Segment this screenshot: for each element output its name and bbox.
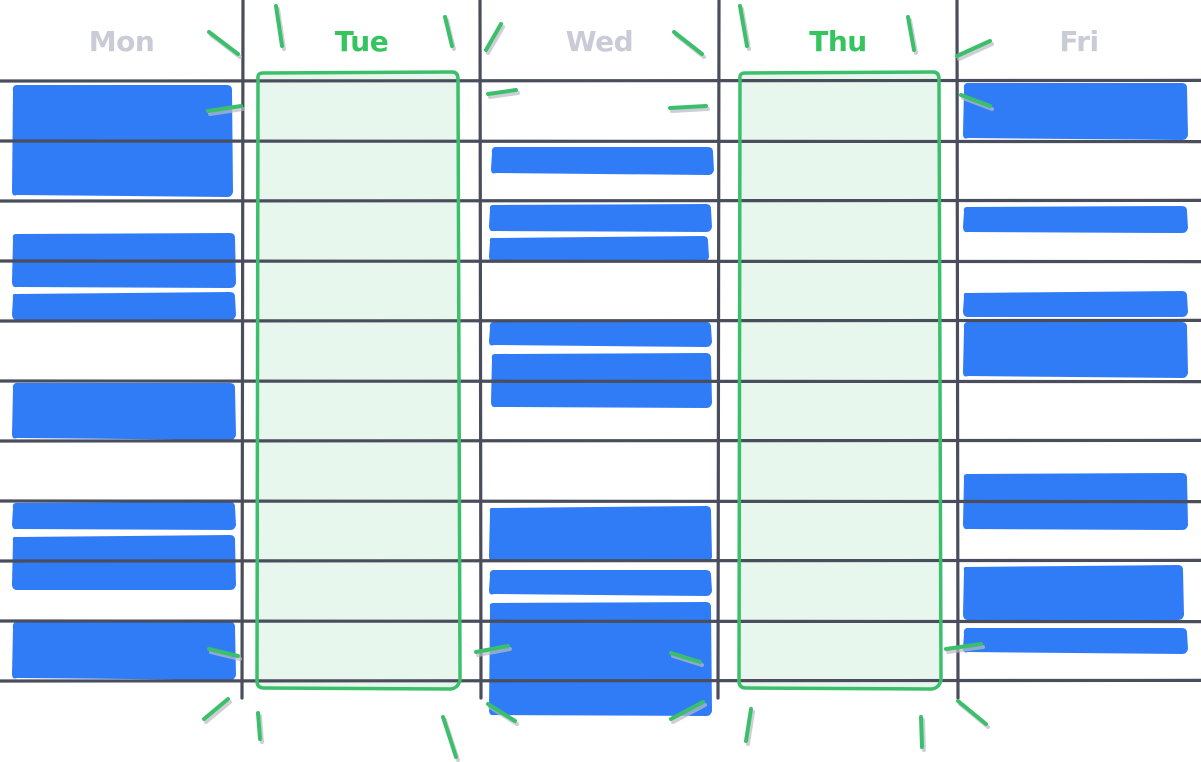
busy-block-mon-3 xyxy=(12,292,236,320)
grid-row-line xyxy=(0,438,1201,443)
grid-row-line xyxy=(0,318,1201,323)
busy-block-wed-6 xyxy=(489,506,712,562)
busy-block-fri-2 xyxy=(963,206,1188,233)
grid-column-line xyxy=(478,0,483,700)
grid-row-line xyxy=(0,379,1201,384)
busy-block-fri-7 xyxy=(963,628,1188,654)
spark-stroke xyxy=(256,711,262,741)
day-label-tue: Tue xyxy=(335,25,388,58)
busy-block-mon-4 xyxy=(12,383,236,440)
grid-column-line xyxy=(716,0,721,700)
busy-block-wed-4 xyxy=(489,322,712,347)
busy-block-fri-4 xyxy=(963,322,1188,378)
grid-row-line xyxy=(0,78,1201,83)
busy-block-fri-3 xyxy=(963,291,1188,317)
spark-stroke xyxy=(919,715,924,749)
day-label-wed: Wed xyxy=(566,25,633,58)
spark-stroke xyxy=(207,30,240,56)
grid-row-line xyxy=(0,499,1201,504)
busy-block-mon-7 xyxy=(12,622,236,680)
busy-block-wed-1 xyxy=(491,147,714,175)
spark-stroke xyxy=(668,104,708,110)
grid-row-line xyxy=(0,198,1201,203)
grid-row-line xyxy=(0,558,1201,563)
spark-stroke xyxy=(956,699,988,726)
grid-row-line xyxy=(0,259,1201,264)
busy-block-wed-3 xyxy=(489,236,709,262)
grid-row-line xyxy=(0,619,1201,624)
busy-block-fri-1 xyxy=(963,83,1188,140)
day-label-fri: Fri xyxy=(1059,25,1098,58)
busy-block-mon-5 xyxy=(12,502,236,530)
day-label-thu: Thu xyxy=(809,25,866,58)
weekly-calendar-diagram: Mon Tue Wed Thu Fri xyxy=(0,0,1201,762)
spark-stroke xyxy=(672,30,704,56)
grid-row-line xyxy=(0,139,1201,144)
day-label-mon: Mon xyxy=(89,25,155,58)
busy-block-wed-2 xyxy=(489,204,712,232)
spark-stroke xyxy=(441,715,458,759)
grid-column-line xyxy=(955,0,960,700)
busy-block-fri-6 xyxy=(963,565,1184,620)
day-headers: Mon Tue Wed Thu Fri xyxy=(89,25,1099,58)
busy-block-wed-7 xyxy=(489,570,712,596)
grid-row-line xyxy=(0,678,1201,683)
